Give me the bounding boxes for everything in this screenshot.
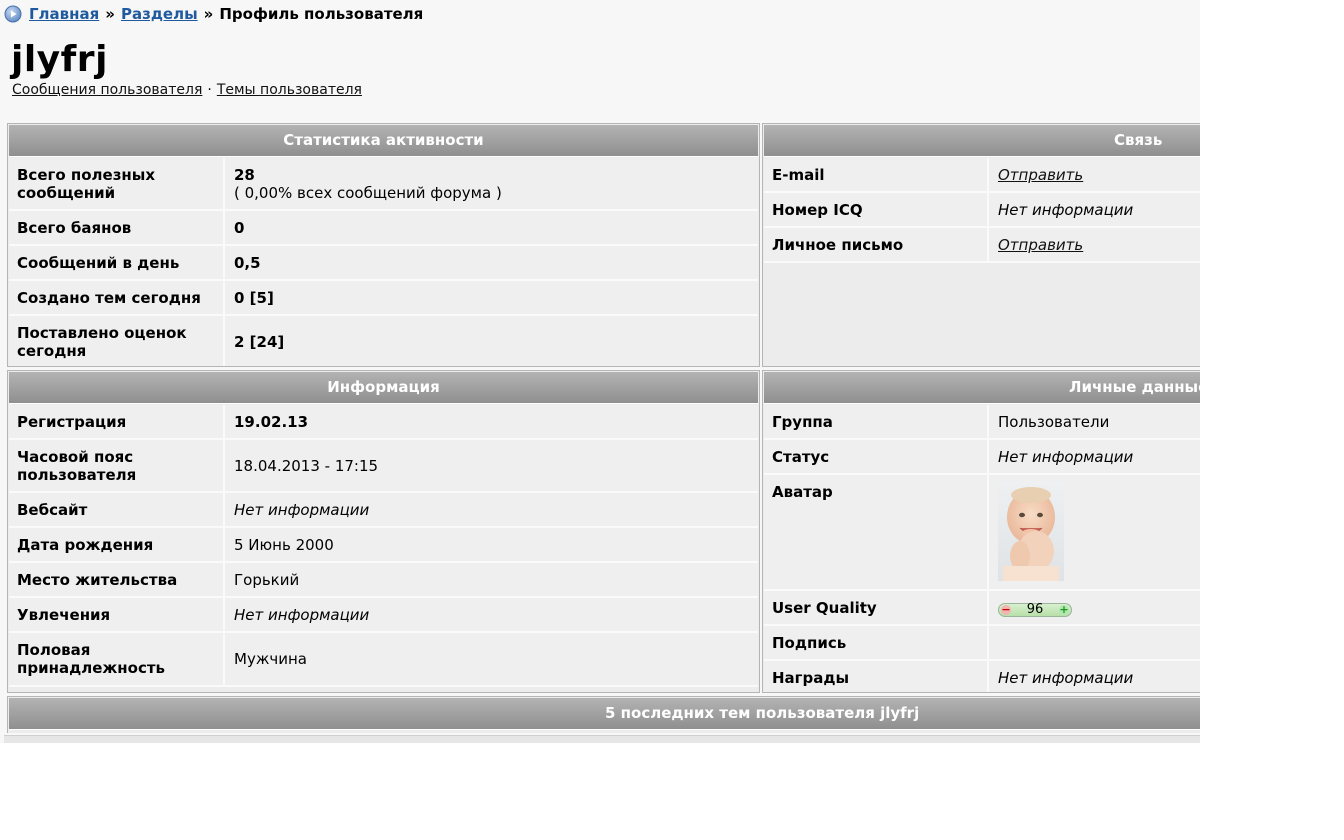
- info-label: Место жительства: [9, 563, 225, 596]
- page-title: jlyfrj: [11, 39, 108, 80]
- stats-value: 0: [234, 219, 245, 237]
- contact-row: Номер ICQ Нет информации: [764, 193, 1200, 228]
- breadcrumb-separator: »: [203, 5, 214, 23]
- user-quality-value: 96: [1026, 602, 1044, 617]
- stats-value: 0,5: [234, 254, 261, 272]
- info-value: 5 Июнь 2000: [234, 536, 334, 554]
- info-row: Половая принадлежность Мужчина: [9, 633, 758, 687]
- user-messages-link[interactable]: Сообщения пользователя: [12, 82, 202, 98]
- stats-label: Создано тем сегодня: [9, 281, 225, 314]
- breadcrumb: Главная » Разделы » Профиль пользователя: [4, 4, 423, 24]
- personal-row: User Quality − 96 +: [764, 591, 1200, 626]
- personal-panel-header: Личные данные: [764, 372, 1200, 404]
- personal-label: User Quality: [764, 591, 989, 624]
- breadcrumb-separator: »: [105, 5, 115, 23]
- recent-topics-header: 5 последних тем пользователя jlyfrj: [9, 698, 1200, 730]
- profile-page: Главная » Разделы » Профиль пользователя…: [0, 0, 1200, 743]
- info-row: Часовой пояс пользователя 18.04.2013 - 1…: [9, 440, 758, 493]
- contact-label: E-mail: [764, 158, 989, 191]
- personal-label: Статус: [764, 440, 989, 473]
- stats-label: Сообщений в день: [9, 246, 225, 279]
- personal-label: Подпись: [764, 626, 989, 659]
- recent-topics-panel: 5 последних тем пользователя jlyfrj: [7, 696, 1200, 733]
- rate-up-icon[interactable]: +: [1058, 604, 1069, 615]
- contact-label: Номер ICQ: [764, 193, 989, 226]
- info-value: Горький: [234, 571, 300, 589]
- info-label: Увлечения: [9, 598, 225, 631]
- info-value: Нет информации: [234, 501, 370, 519]
- personal-row: Аватар: [764, 475, 1200, 591]
- info-label: Дата рождения: [9, 528, 225, 561]
- personal-value: Пользователи: [998, 413, 1110, 431]
- user-quality-meter: − 96 +: [998, 602, 1072, 617]
- info-label: Часовой пояс пользователя: [9, 440, 225, 491]
- personal-panel: Личные данные Группа Пользователи Статус…: [762, 370, 1200, 693]
- stats-value-sub: ( 0,00% всех сообщений форума ): [234, 184, 502, 202]
- stats-label: Всего полезных сообщений: [9, 158, 225, 209]
- info-label: Регистрация: [9, 405, 225, 438]
- personal-row: Подпись: [764, 626, 1200, 661]
- info-row: Место жительства Горький: [9, 563, 758, 598]
- personal-value: Нет информации: [998, 669, 1134, 687]
- contact-value: Отправить: [989, 158, 1200, 191]
- user-links: Сообщения пользователя · Темы пользователя: [12, 82, 362, 98]
- stats-row: Создано тем сегодня 0 [5]: [9, 281, 758, 316]
- recent-topics-body: [4, 735, 1200, 743]
- stats-row: Всего баянов 0: [9, 211, 758, 246]
- breadcrumb-home-link[interactable]: Главная: [29, 5, 99, 23]
- send-email-link[interactable]: Отправить: [998, 166, 1083, 184]
- stats-row: Всего полезных сообщений 28 ( 0,00% всех…: [9, 158, 758, 211]
- contact-panel: Связь E-mail Отправить Номер ICQ Нет инф…: [762, 123, 1200, 367]
- info-row: Увлечения Нет информации: [9, 598, 758, 633]
- info-row: Вебсайт Нет информации: [9, 493, 758, 528]
- personal-row: Группа Пользователи: [764, 405, 1200, 440]
- info-row: Регистрация 19.02.13: [9, 405, 758, 440]
- stats-panel-header: Статистика активности: [9, 125, 758, 157]
- contact-label: Личное письмо: [764, 228, 989, 261]
- personal-value: Нет информации: [998, 448, 1134, 466]
- contact-row: E-mail Отправить: [764, 158, 1200, 193]
- personal-label: Награды: [764, 661, 989, 692]
- personal-row: Награды Нет информации: [764, 661, 1200, 692]
- info-row: Дата рождения 5 Июнь 2000: [9, 528, 758, 563]
- contact-value: Отправить: [989, 228, 1200, 261]
- send-message-link[interactable]: Отправить: [998, 236, 1083, 254]
- stats-row: Сообщений в день 0,5: [9, 246, 758, 281]
- contact-panel-header: Связь: [764, 125, 1200, 157]
- stats-value: 2 [24]: [234, 333, 285, 351]
- info-value: 19.02.13: [234, 413, 309, 431]
- contact-value: Нет информации: [998, 201, 1134, 219]
- play-circle-icon: [4, 5, 22, 23]
- personal-value: − 96 +: [989, 591, 1200, 624]
- stats-value: 0 [5]: [234, 289, 274, 307]
- personal-label: Группа: [764, 405, 989, 438]
- personal-value: [989, 475, 1200, 589]
- rate-down-icon[interactable]: −: [1001, 604, 1011, 615]
- viewport: Главная » Разделы » Профиль пользователя…: [0, 0, 1344, 840]
- link-separator: ·: [207, 82, 212, 98]
- info-panel-header: Информация: [9, 372, 758, 404]
- info-label: Вебсайт: [9, 493, 225, 526]
- user-topics-link[interactable]: Темы пользователя: [217, 82, 362, 98]
- contact-row: Личное письмо Отправить: [764, 228, 1200, 263]
- info-value: 18.04.2013 - 17:15: [234, 456, 379, 475]
- stats-label: Всего баянов: [9, 211, 225, 244]
- info-label: Половая принадлежность: [9, 633, 225, 685]
- stats-value-main: 28: [234, 166, 255, 184]
- stats-row: Поставлено оценок сегодня 2 [24]: [9, 316, 758, 366]
- personal-value: [989, 626, 1200, 659]
- breadcrumb-sections-link[interactable]: Разделы: [121, 5, 198, 23]
- personal-label: Аватар: [764, 475, 989, 589]
- avatar: [998, 481, 1064, 581]
- info-value: Нет информации: [234, 606, 370, 624]
- stats-label: Поставлено оценок сегодня: [9, 316, 225, 366]
- stats-value: 28 ( 0,00% всех сообщений форума ): [225, 158, 758, 209]
- breadcrumb-current: Профиль пользователя: [219, 5, 424, 23]
- personal-row: Статус Нет информации: [764, 440, 1200, 475]
- stats-panel: Статистика активности Всего полезных соо…: [7, 123, 760, 367]
- info-panel: Информация Регистрация 19.02.13 Часовой …: [7, 370, 760, 693]
- info-value: Мужчина: [234, 650, 307, 668]
